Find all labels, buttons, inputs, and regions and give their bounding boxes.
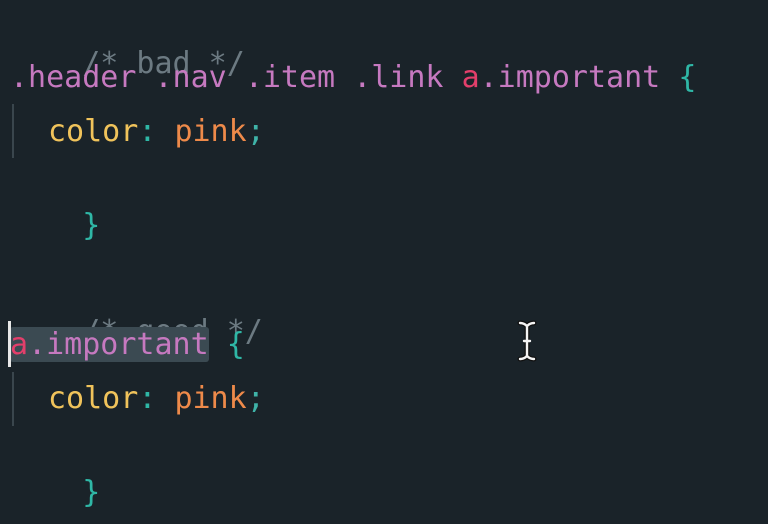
property-color: color	[48, 381, 139, 416]
selector-tag-a: a	[461, 60, 480, 95]
semicolon: ;	[246, 381, 265, 416]
semicolon: ;	[246, 114, 265, 149]
close-brace: }	[82, 208, 101, 243]
property-color: color	[48, 114, 139, 149]
selector-tag-a: a	[10, 327, 29, 362]
selector-class-nav: .nav	[154, 60, 227, 95]
selector-class-item: .item	[244, 60, 336, 95]
selector-class-link: .link	[353, 60, 444, 95]
code-line-comment-good: /* good */	[10, 272, 263, 349]
code-line-declaration-good: color: pink;	[10, 379, 265, 419]
selector-class-important: .important	[28, 327, 209, 362]
value-pink: pink	[174, 381, 247, 416]
text-cursor-ibeam-icon	[517, 320, 537, 362]
selector-class-important: .important	[479, 60, 661, 95]
code-line-close-good: }	[10, 433, 100, 510]
code-line-selector-bad: .header .nav .item .link a.important {	[10, 58, 696, 98]
code-line-declaration-bad: color: pink;	[10, 112, 265, 152]
text-selection[interactable]: a.important	[10, 327, 209, 362]
code-line-comment-bad: /* bad */	[10, 4, 245, 81]
colon: :	[138, 114, 157, 149]
value-pink: pink	[174, 114, 247, 149]
selector-class-header: .header	[10, 60, 137, 95]
text-caret	[8, 321, 11, 367]
code-editor[interactable]: /* bad */ .header .nav .item .link a.imp…	[0, 0, 768, 524]
code-line-close-bad: }	[10, 166, 100, 243]
close-brace: }	[82, 475, 101, 510]
open-brace: {	[226, 327, 245, 362]
code-line-selector-good: a.important {	[10, 325, 245, 365]
colon: :	[138, 381, 157, 416]
open-brace: {	[678, 60, 697, 95]
